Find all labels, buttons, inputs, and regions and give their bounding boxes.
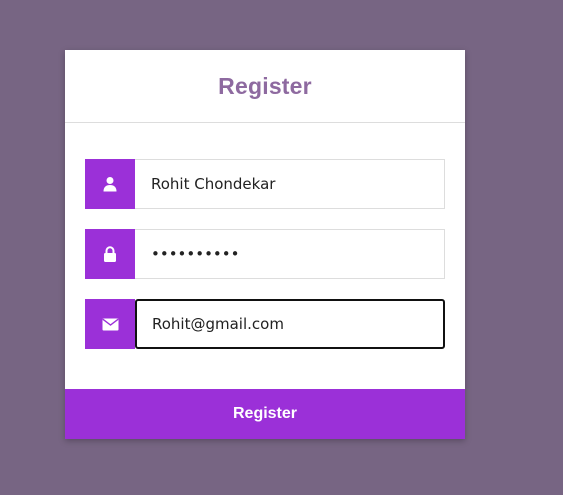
username-input[interactable]	[135, 159, 445, 209]
envelope-icon	[85, 299, 135, 349]
card-header: Register	[65, 50, 465, 123]
email-field-group	[85, 299, 445, 349]
password-input[interactable]	[135, 229, 445, 279]
register-card: Register Rohit Chondekar •••••••••• Rohi…	[65, 50, 465, 439]
email-input[interactable]	[135, 299, 445, 349]
register-button[interactable]: Register	[65, 389, 465, 439]
lock-icon	[85, 229, 135, 279]
user-icon	[85, 159, 135, 209]
register-form	[85, 159, 445, 369]
username-field-group	[85, 159, 445, 209]
password-field-group	[85, 229, 445, 279]
form-title: Register	[218, 72, 312, 99]
